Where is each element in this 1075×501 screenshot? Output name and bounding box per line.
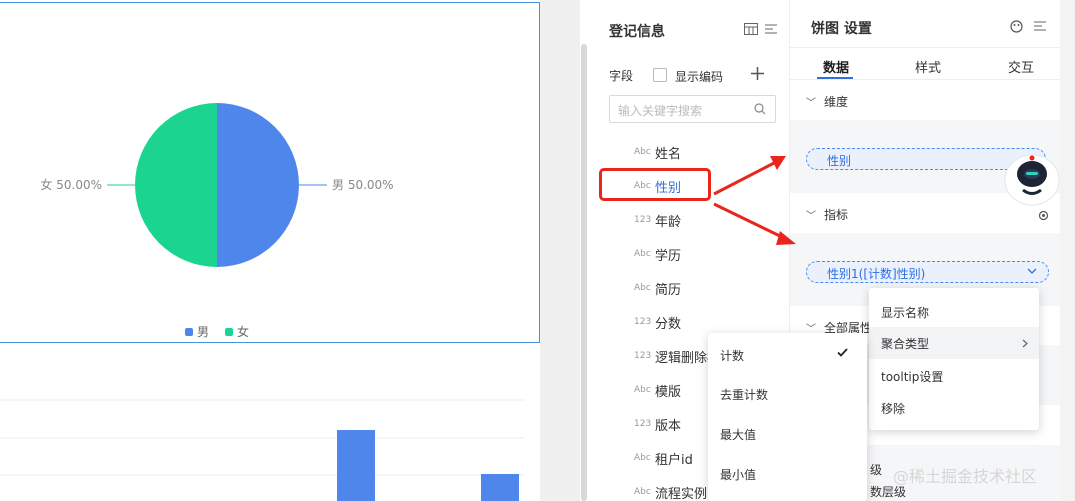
- legend-label-male[interactable]: 男: [197, 323, 209, 340]
- field-item[interactable]: 123 年龄: [634, 210, 681, 230]
- chevron-down-icon: ﹀: [806, 98, 816, 109]
- search-icon[interactable]: [754, 103, 766, 115]
- field-name: 简历: [655, 282, 682, 298]
- field-name: 流程实例: [655, 486, 708, 501]
- chart-legend: 男 女: [185, 323, 249, 340]
- field-item[interactable]: 123 版本: [634, 414, 681, 434]
- field-type-icon: 123: [634, 317, 652, 327]
- arrow-to-dimension: [713, 160, 777, 196]
- watermark: @稀土掘金技术社区: [893, 467, 1038, 486]
- dimension-pill-label: 性别: [827, 154, 852, 168]
- table-icon[interactable]: [744, 23, 758, 35]
- measure-pill-label: 性别1([计数]性别): [827, 267, 926, 281]
- measure-label: 指标: [824, 208, 849, 222]
- chevron-right-icon: [1022, 339, 1028, 348]
- field-type-icon: Abc: [634, 385, 651, 395]
- field-type-icon: 123: [634, 419, 652, 429]
- divider: [790, 47, 1060, 48]
- bottom-text-1: 级: [870, 463, 883, 477]
- field-section-label: 字段: [609, 69, 634, 83]
- chevron-down-icon[interactable]: [1027, 268, 1037, 275]
- field-item[interactable]: Abc 租户id: [634, 448, 693, 468]
- field-context-menu: 显示名称 聚合类型 tooltip设置 移除: [869, 288, 1039, 430]
- menu-item-show-name[interactable]: 显示名称: [881, 304, 929, 321]
- show-code-label: 显示编码: [675, 70, 724, 84]
- field-name: 分数: [655, 316, 682, 332]
- field-type-icon: Abc: [634, 487, 651, 497]
- divider: [790, 79, 1060, 80]
- legend-swatch-male: [185, 327, 193, 336]
- pie-slice-female[interactable]: [135, 103, 217, 267]
- search-placeholder: 输入关键字搜索: [618, 104, 703, 118]
- settings-title: 饼图 设置: [811, 21, 872, 37]
- bar-chart: [0, 399, 525, 501]
- agg-option-count[interactable]: 计数: [720, 347, 744, 364]
- field-name: 租户id: [655, 452, 693, 468]
- menu-item-tooltip[interactable]: tooltip设置: [881, 368, 943, 385]
- field-name: 版本: [655, 418, 682, 434]
- arrowhead: [776, 231, 796, 245]
- tab-style[interactable]: 样式: [915, 57, 941, 76]
- field-item[interactable]: 123 分数: [634, 312, 681, 332]
- palette-icon[interactable]: [1010, 20, 1023, 33]
- field-type-icon: Abc: [634, 283, 651, 293]
- field-type-icon: Abc: [634, 249, 651, 259]
- agg-option-min[interactable]: 最小值: [720, 466, 756, 483]
- menu-item-aggregation[interactable]: 聚合类型: [881, 335, 929, 352]
- panel-scrollbar[interactable]: [581, 44, 587, 501]
- field-type-icon: 123: [634, 215, 652, 225]
- field-item[interactable]: Abc 姓名: [634, 142, 681, 162]
- check-icon: [837, 348, 848, 357]
- annotation-arrows: [713, 156, 796, 245]
- tab-data[interactable]: 数据: [823, 57, 849, 76]
- legend-swatch-female: [225, 327, 234, 336]
- bar[interactable]: [337, 430, 375, 501]
- dashboard-canvas: 男 50.00% 女 50.00% 男 女: [0, 0, 587, 501]
- highlight-box: [599, 168, 711, 201]
- menu-item-remove[interactable]: 移除: [881, 400, 905, 417]
- add-field-icon[interactable]: [751, 67, 764, 80]
- field-name: 姓名: [655, 146, 682, 162]
- bar[interactable]: [481, 474, 519, 501]
- field-search-input[interactable]: 输入关键字搜索: [609, 95, 776, 123]
- pie-data-label: 女 50.00%: [40, 177, 102, 192]
- dimension-label: 维度: [824, 95, 849, 109]
- field-type-icon: Abc: [634, 453, 651, 463]
- canvas-gutter: [540, 0, 580, 501]
- settings-scroll-track[interactable]: [1060, 0, 1075, 501]
- measure-field-pill[interactable]: 性别1([计数]性别): [806, 261, 1049, 283]
- agg-option-max[interactable]: 最大值: [720, 426, 756, 443]
- field-item[interactable]: Abc 学历: [634, 244, 681, 264]
- arrow-to-measure: [713, 202, 785, 240]
- field-name: 学历: [655, 248, 682, 264]
- collapse-settings-icon[interactable]: [1034, 21, 1046, 31]
- pie-chart: 男 50.00% 女 50.00%: [40, 103, 394, 267]
- field-type-icon: Abc: [634, 147, 651, 157]
- field-item[interactable]: Abc 简历: [634, 278, 681, 298]
- panel-title: 登记信息: [609, 24, 665, 40]
- tab-interaction[interactable]: 交互: [1008, 57, 1034, 76]
- field-type-icon: 123: [634, 351, 652, 361]
- field-item[interactable]: Abc 流程实例: [634, 482, 707, 501]
- pie-slice-male[interactable]: [217, 103, 299, 267]
- show-code-checkbox[interactable]: [653, 68, 667, 82]
- collapse-panel-icon[interactable]: [765, 24, 777, 34]
- field-name: 模版: [655, 384, 682, 400]
- pie-chart-card[interactable]: 男 50.00% 女 50.00% 男 女: [0, 2, 540, 343]
- dimension-section-header[interactable]: ﹀ 维度: [806, 93, 848, 110]
- pie-data-label: 男 50.00%: [332, 178, 394, 192]
- field-name: 年龄: [655, 214, 682, 230]
- aggregation-submenu: 计数 去重计数 最大值 最小值: [708, 333, 867, 501]
- field-item[interactable]: Abc 模版: [634, 380, 681, 400]
- legend-label-female[interactable]: 女: [237, 323, 249, 340]
- agg-option-distinct-count[interactable]: 去重计数: [720, 386, 768, 403]
- measure-section-header[interactable]: ﹀ 指标: [806, 206, 848, 223]
- gear-icon[interactable]: [1038, 210, 1049, 221]
- assistant-robot-icon[interactable]: [1003, 150, 1061, 206]
